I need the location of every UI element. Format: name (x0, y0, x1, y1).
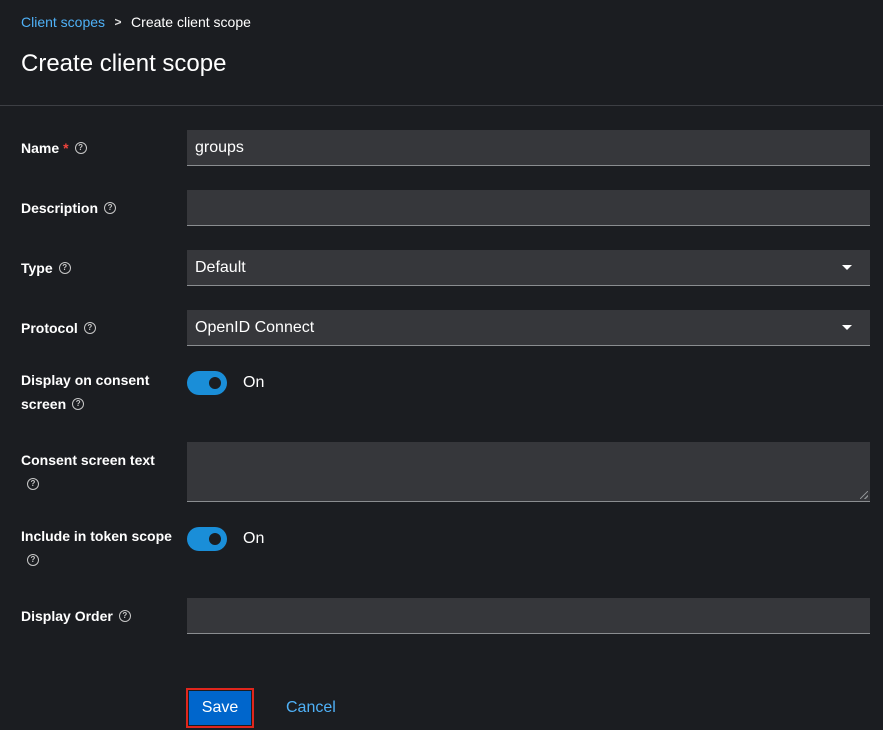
help-icon[interactable]: ? (104, 202, 117, 215)
protocol-label: Protocol? (21, 316, 181, 340)
include-in-token-scope-label-text: Include in token scope (21, 528, 172, 544)
page-title: Create client scope (21, 50, 227, 77)
caret-down-icon (842, 265, 852, 270)
include-in-token-scope-toggle[interactable] (187, 527, 227, 551)
name-input[interactable]: groups (187, 130, 870, 166)
display-order-input[interactable] (187, 598, 870, 634)
required-asterisk: * (63, 140, 69, 156)
name-label-text: Name (21, 140, 60, 156)
help-icon[interactable]: ? (58, 262, 71, 275)
description-label: Description? (21, 196, 181, 220)
name-label: Name *? (21, 136, 181, 160)
help-icon[interactable]: ? (118, 610, 131, 623)
breadcrumb-client-scopes-link[interactable]: Client scopes (21, 14, 105, 30)
description-input[interactable] (187, 190, 870, 226)
type-select-value: Default (195, 259, 246, 276)
consent-screen-text-label-text: Consent screen text (21, 452, 155, 468)
caret-down-icon (842, 325, 852, 330)
help-icon[interactable]: ? (27, 554, 39, 567)
breadcrumb-current: Create client scope (131, 14, 251, 30)
type-select[interactable]: Default (187, 250, 870, 286)
resize-handle[interactable] (860, 491, 868, 499)
protocol-label-text: Protocol (21, 320, 78, 336)
breadcrumb: Client scopes > Create client scope (21, 13, 251, 31)
include-in-token-scope-label: Include in token scope? (21, 524, 181, 572)
include-in-token-scope-state: On (243, 530, 265, 547)
type-label: Type? (21, 256, 181, 280)
description-label-text: Description (21, 200, 99, 216)
protocol-select-value: OpenID Connect (195, 319, 315, 336)
toggle-knob (209, 533, 221, 545)
consent-screen-text-textarea[interactable] (187, 442, 870, 502)
display-on-consent-state: On (243, 374, 265, 391)
protocol-select[interactable]: OpenID Connect (187, 310, 870, 346)
toggle-knob (209, 377, 221, 389)
display-order-label: Display Order? (21, 604, 181, 628)
help-icon[interactable]: ? (74, 142, 87, 155)
page-header: Client scopes > Create client scope Crea… (0, 0, 883, 106)
help-icon[interactable]: ? (72, 398, 85, 411)
help-icon[interactable]: ? (27, 478, 39, 491)
save-button[interactable]: Save (186, 688, 254, 728)
display-on-consent-label: Display on consent screen? (21, 368, 161, 416)
help-icon[interactable]: ? (83, 322, 96, 335)
save-button-label: Save (189, 691, 251, 725)
chevron-right-icon: > (114, 15, 122, 29)
display-on-consent-label-text: Display on consent screen (21, 372, 150, 412)
type-label-text: Type (21, 260, 53, 276)
cancel-button[interactable]: Cancel (286, 697, 336, 719)
display-on-consent-toggle[interactable] (187, 371, 227, 395)
consent-screen-text-label: Consent screen text? (21, 448, 166, 496)
display-order-label-text: Display Order (21, 608, 113, 624)
